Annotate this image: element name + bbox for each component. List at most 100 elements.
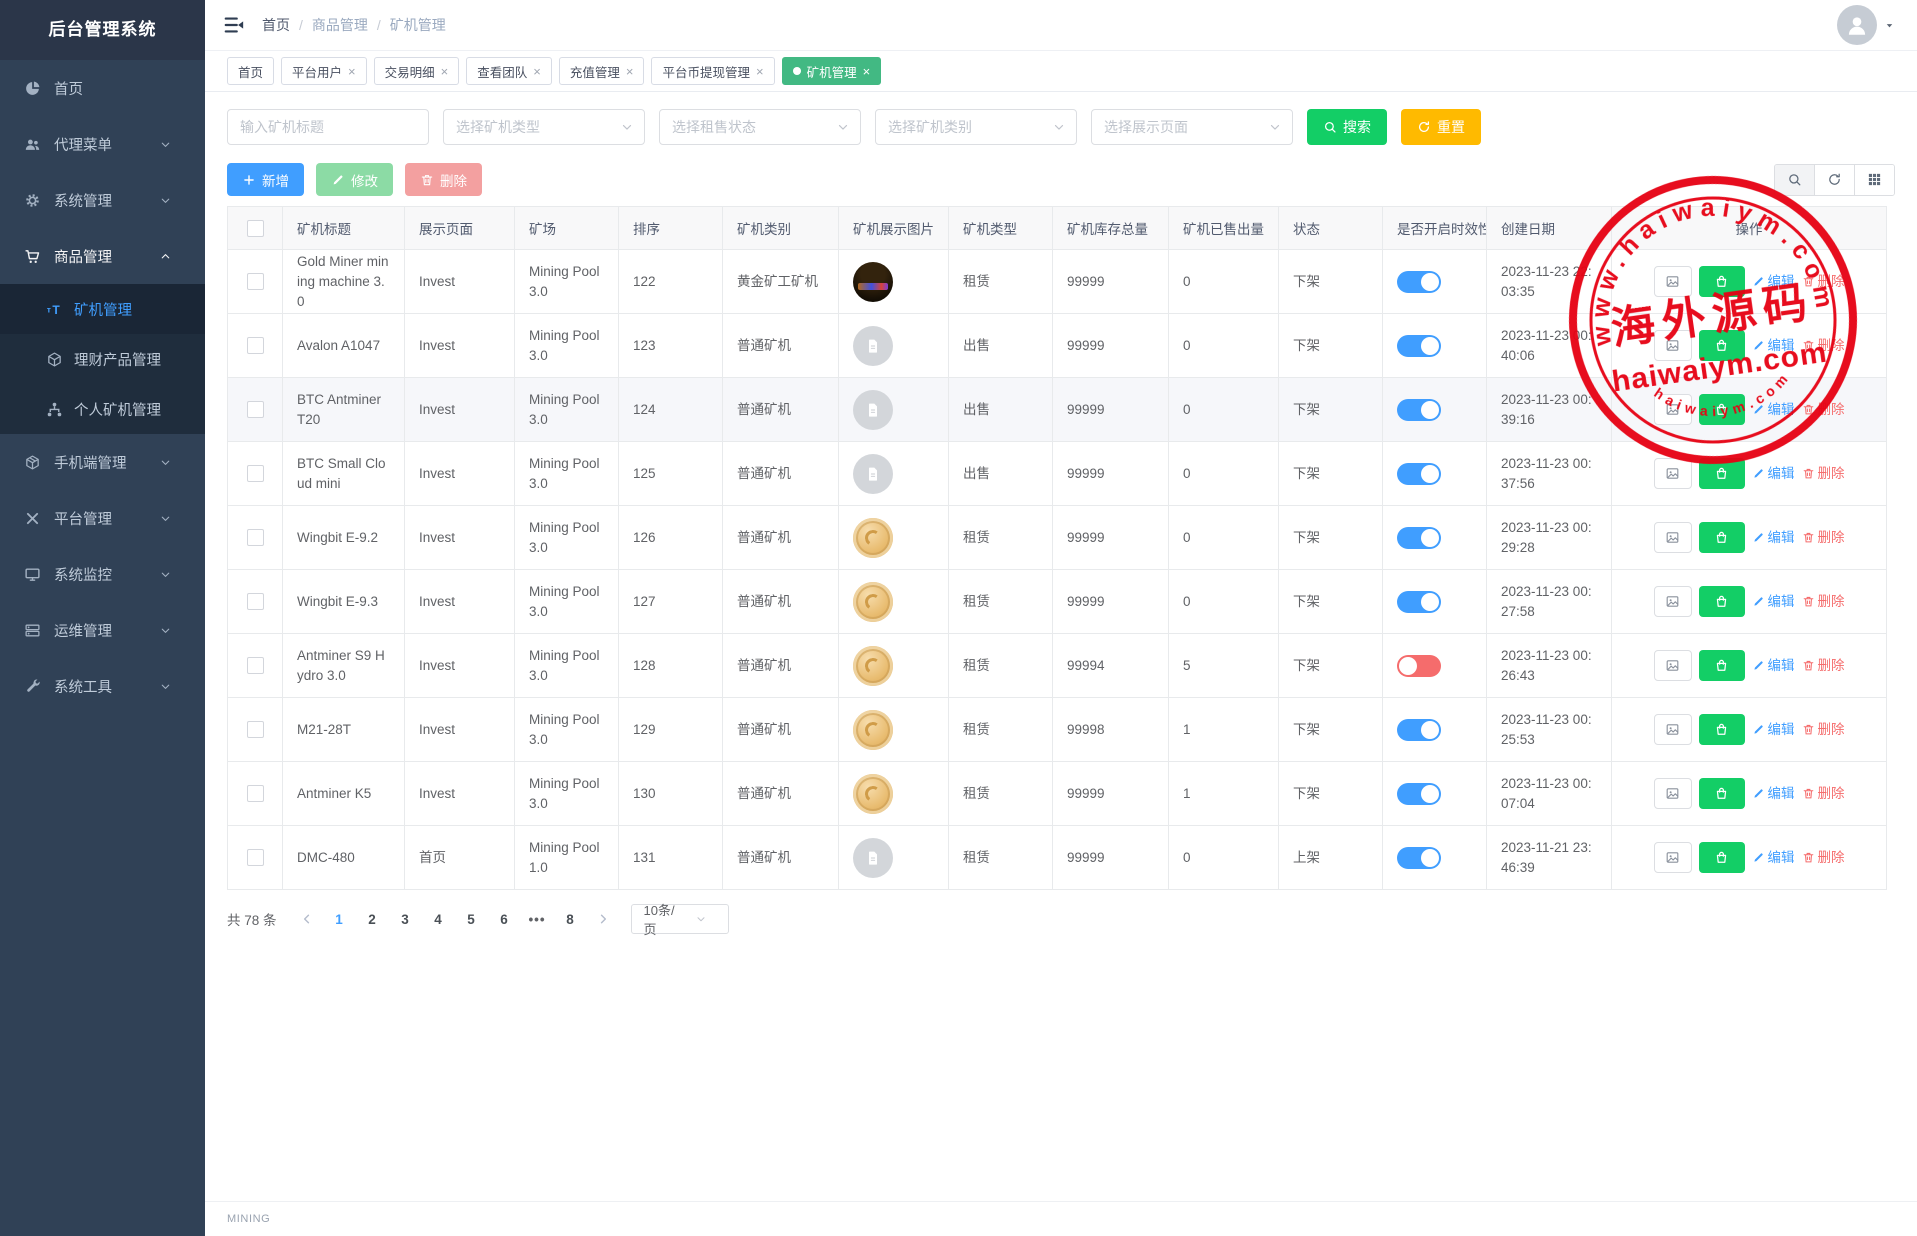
row-checkbox[interactable]: [247, 401, 264, 418]
row-edit-link[interactable]: 编辑: [1752, 336, 1795, 356]
row-edit-link[interactable]: 编辑: [1752, 464, 1795, 484]
row-image-button[interactable]: [1654, 266, 1692, 297]
row-shop-button[interactable]: [1699, 650, 1745, 681]
tab-close-icon[interactable]: ×: [863, 65, 871, 78]
sidebar-item-system-monitor[interactable]: 系统监控: [0, 546, 205, 602]
row-edit-link[interactable]: 编辑: [1752, 592, 1795, 612]
row-edit-link[interactable]: 编辑: [1752, 656, 1795, 676]
row-image-button[interactable]: [1654, 778, 1692, 809]
sidebar-item-miner-mgmt[interactable]: тT矿机管理: [0, 284, 205, 334]
row-checkbox[interactable]: [247, 529, 264, 546]
timeliness-toggle[interactable]: [1397, 335, 1441, 357]
tab-close-icon[interactable]: ×: [626, 65, 634, 78]
timeliness-toggle[interactable]: [1397, 719, 1441, 741]
tab-home[interactable]: 首页: [227, 57, 274, 85]
user-menu[interactable]: [1837, 5, 1895, 45]
tab-recharge[interactable]: 充值管理×: [559, 57, 645, 85]
tab-team[interactable]: 查看团队×: [466, 57, 552, 85]
row-edit-link[interactable]: 编辑: [1752, 528, 1795, 548]
per-page-select[interactable]: 10条/页: [631, 904, 729, 934]
pagination-page-3[interactable]: 3: [391, 905, 420, 933]
row-shop-button[interactable]: [1699, 266, 1745, 297]
sidebar-item-platform-mgmt[interactable]: 平台管理: [0, 490, 205, 546]
select-all-checkbox[interactable]: [247, 220, 264, 237]
timeliness-toggle[interactable]: [1397, 463, 1441, 485]
row-checkbox[interactable]: [247, 593, 264, 610]
sidebar-item-ops-mgmt[interactable]: 运维管理: [0, 602, 205, 658]
delete-button[interactable]: 删除: [405, 163, 482, 196]
filter-select-2[interactable]: 选择矿机类别: [875, 109, 1077, 145]
breadcrumb-item[interactable]: 首页: [262, 15, 290, 35]
row-checkbox[interactable]: [247, 273, 264, 290]
row-shop-button[interactable]: [1699, 586, 1745, 617]
pagination-page-4[interactable]: 4: [424, 905, 453, 933]
timeliness-toggle[interactable]: [1397, 591, 1441, 613]
row-delete-link[interactable]: 删除: [1802, 592, 1845, 612]
sidebar-item-home[interactable]: 首页: [0, 60, 205, 116]
row-checkbox[interactable]: [247, 337, 264, 354]
row-checkbox[interactable]: [247, 785, 264, 802]
row-delete-link[interactable]: 删除: [1802, 400, 1845, 420]
pagination-page-8[interactable]: 8: [556, 905, 585, 933]
row-shop-button[interactable]: [1699, 522, 1745, 553]
row-delete-link[interactable]: 删除: [1802, 656, 1845, 676]
pagination-ellipsis[interactable]: •••: [523, 912, 552, 927]
sidebar-item-mobile-mgmt[interactable]: 手机端管理: [0, 434, 205, 490]
timeliness-toggle[interactable]: [1397, 399, 1441, 421]
row-image-button[interactable]: [1654, 522, 1692, 553]
timeliness-toggle[interactable]: [1397, 271, 1441, 293]
tab-close-icon[interactable]: ×: [441, 65, 449, 78]
search-button[interactable]: 搜索: [1307, 109, 1387, 145]
pagination-page-2[interactable]: 2: [358, 905, 387, 933]
sidebar-item-personal-miner-mgmt[interactable]: 个人矿机管理: [0, 384, 205, 434]
row-image-button[interactable]: [1654, 586, 1692, 617]
row-shop-button[interactable]: [1699, 714, 1745, 745]
row-delete-link[interactable]: 删除: [1802, 848, 1845, 868]
filter-select-3[interactable]: 选择展示页面: [1091, 109, 1293, 145]
timeliness-toggle[interactable]: [1397, 783, 1441, 805]
tab-withdraw[interactable]: 平台币提现管理×: [651, 57, 774, 85]
table-columns-button[interactable]: [1854, 165, 1894, 195]
tab-miner-mgmt[interactable]: 矿机管理×: [782, 57, 882, 85]
table-refresh-button[interactable]: [1814, 165, 1854, 195]
tab-platform-users[interactable]: 平台用户×: [281, 57, 367, 85]
timeliness-toggle[interactable]: [1397, 655, 1441, 677]
row-delete-link[interactable]: 删除: [1802, 336, 1845, 356]
pagination-prev-button[interactable]: [293, 905, 321, 933]
sidebar-collapse-icon[interactable]: [223, 14, 245, 36]
breadcrumb-item[interactable]: 商品管理: [312, 15, 368, 35]
edit-button[interactable]: 修改: [316, 163, 393, 196]
row-shop-button[interactable]: [1699, 458, 1745, 489]
pagination-page-5[interactable]: 5: [457, 905, 486, 933]
sidebar-item-agent-menu[interactable]: 代理菜单: [0, 116, 205, 172]
row-edit-link[interactable]: 编辑: [1752, 784, 1795, 804]
row-edit-link[interactable]: 编辑: [1752, 848, 1795, 868]
sidebar-item-system-mgmt[interactable]: 系统管理: [0, 172, 205, 228]
row-checkbox[interactable]: [247, 849, 264, 866]
row-shop-button[interactable]: [1699, 394, 1745, 425]
row-checkbox[interactable]: [247, 465, 264, 482]
tab-transactions[interactable]: 交易明细×: [374, 57, 460, 85]
row-delete-link[interactable]: 删除: [1802, 272, 1845, 292]
row-shop-button[interactable]: [1699, 842, 1745, 873]
row-delete-link[interactable]: 删除: [1802, 464, 1845, 484]
row-delete-link[interactable]: 删除: [1802, 528, 1845, 548]
sidebar-item-system-tools[interactable]: 系统工具: [0, 658, 205, 714]
pagination-next-button[interactable]: [589, 905, 617, 933]
row-shop-button[interactable]: [1699, 778, 1745, 809]
sidebar-item-goods-mgmt[interactable]: 商品管理: [0, 228, 205, 284]
timeliness-toggle[interactable]: [1397, 527, 1441, 549]
tab-close-icon[interactable]: ×: [533, 65, 541, 78]
row-delete-link[interactable]: 删除: [1802, 720, 1845, 740]
row-image-button[interactable]: [1654, 650, 1692, 681]
row-edit-link[interactable]: 编辑: [1752, 720, 1795, 740]
filter-select-0[interactable]: 选择矿机类型: [443, 109, 645, 145]
miner-title-input[interactable]: [227, 109, 429, 145]
row-image-button[interactable]: [1654, 394, 1692, 425]
row-image-button[interactable]: [1654, 842, 1692, 873]
row-edit-link[interactable]: 编辑: [1752, 400, 1795, 420]
row-checkbox[interactable]: [247, 657, 264, 674]
timeliness-toggle[interactable]: [1397, 847, 1441, 869]
row-image-button[interactable]: [1654, 330, 1692, 361]
reset-button[interactable]: 重置: [1401, 109, 1481, 145]
